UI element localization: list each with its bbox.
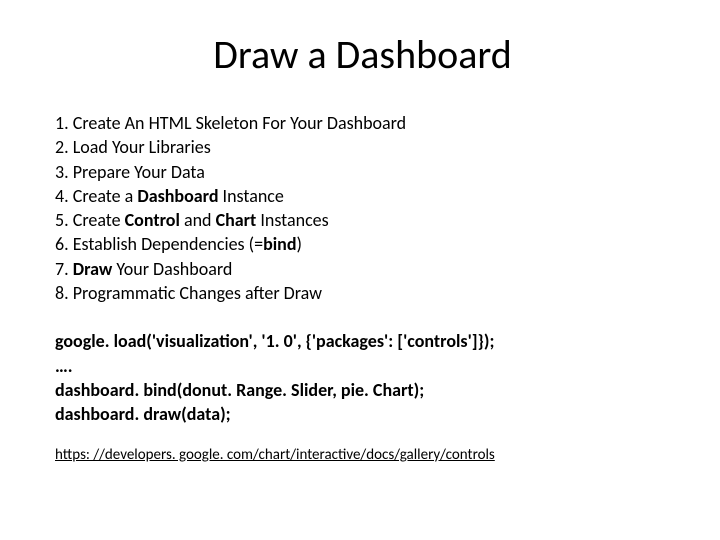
step-5-d: Chart (216, 209, 257, 231)
code-line-2: …. (55, 354, 670, 378)
step-5: 5. Create Control and Chart Instances (55, 208, 670, 232)
step-4-bold: Dashboard (137, 185, 218, 207)
code-line-1: google. load('visualization', '1. 0', {'… (55, 329, 670, 353)
step-6-c: ) (297, 233, 302, 255)
reference-link[interactable]: https: //developers. google. com/chart/i… (55, 446, 495, 464)
step-6-a: 6. Establish Dependencies (= (55, 233, 263, 255)
step-1: 1. Create An HTML Skeleton For Your Dash… (55, 111, 670, 135)
page-title: Draw a Dashboard (55, 30, 670, 79)
step-4-pre: 4. Create a (55, 185, 137, 207)
code-snippet: google. load('visualization', '1. 0', {'… (55, 329, 670, 426)
step-5-a: 5. Create (55, 209, 125, 231)
code-line-4: dashboard. draw(data); (55, 402, 670, 426)
code-line-3: dashboard. bind(donut. Range. Slider, pi… (55, 378, 670, 402)
step-5-b: Control (125, 209, 180, 231)
reference-link-container: https: //developers. google. com/chart/i… (55, 445, 670, 464)
step-8: 8. Programmatic Changes after Draw (55, 281, 670, 305)
step-6-b: bind (263, 233, 296, 255)
step-7-a: 7. (55, 258, 73, 280)
step-4-post: Instance (218, 185, 283, 207)
step-6: 6. Establish Dependencies (=bind) (55, 232, 670, 256)
step-7-b: Draw (73, 258, 113, 280)
step-2: 2. Load Your Libraries (55, 135, 670, 159)
step-7-c: Your Dashboard (112, 258, 232, 280)
step-7: 7. Draw Your Dashboard (55, 257, 670, 281)
steps-list: 1. Create An HTML Skeleton For Your Dash… (55, 111, 670, 305)
step-4: 4. Create a Dashboard Instance (55, 184, 670, 208)
step-5-e: Instances (256, 209, 328, 231)
step-5-c: and (180, 209, 216, 231)
step-3: 3. Prepare Your Data (55, 160, 670, 184)
